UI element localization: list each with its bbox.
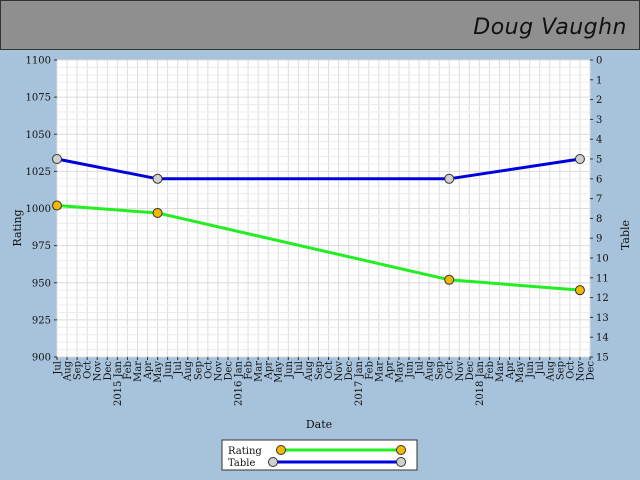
y-right-tick-label: 15 — [596, 353, 609, 364]
y-right-tick-label: 4 — [596, 135, 602, 146]
y-axis-right-label: Table — [619, 220, 632, 250]
legend-label-rating: Rating — [228, 446, 262, 457]
x-tick-label: Dec — [586, 361, 597, 381]
y-left-tick-label: 1025 — [26, 167, 51, 178]
data-point-table — [152, 173, 163, 184]
legend-marker-rating-end — [396, 445, 406, 455]
y-right-tick-label: 5 — [596, 155, 602, 166]
y-left-tick-label: 975 — [32, 241, 51, 252]
data-point-rating — [574, 285, 585, 296]
y-left-tick-label: 1050 — [26, 130, 51, 141]
y-right-tick-label: 0 — [596, 56, 602, 67]
y-right-tick-label: 8 — [596, 214, 602, 225]
y-right-tick-label: 2 — [596, 95, 602, 106]
y-right-tick-label: 1 — [596, 75, 602, 86]
data-point-table — [444, 173, 455, 184]
legend-marker-rating-start — [276, 445, 286, 455]
legend-label-table: Table — [228, 458, 255, 469]
y-left-tick-label: 1000 — [26, 204, 51, 215]
y-right-tick-label: 9 — [596, 234, 602, 245]
rating-table-chart: Jul Aug Sep Oct Nov Dec 2015 Jan Feb Mar Apr May Ju… — [11, 56, 632, 471]
data-point-rating — [152, 207, 163, 218]
y-right-tick-label: 14 — [596, 333, 609, 344]
y-right-tick-label: 12 — [596, 293, 609, 304]
y-right-tick-label: 7 — [596, 194, 602, 205]
y-right-tick-label: 10 — [596, 254, 609, 265]
x-axis-label: Date — [306, 418, 332, 431]
y-right-tick-label: 11 — [596, 273, 609, 284]
y-right-tick-label: 13 — [596, 313, 609, 324]
data-point-table — [52, 154, 62, 164]
y-right-tick-label: 6 — [596, 174, 602, 185]
y-left-tick-label: 1100 — [26, 56, 51, 67]
legend-marker-table-end — [396, 457, 406, 467]
y-left-tick-label: 925 — [32, 315, 51, 326]
legend-marker-table-start — [268, 457, 278, 467]
data-point-table — [574, 154, 585, 164]
grid — [56, 59, 591, 358]
y-left-tick-label: 900 — [32, 353, 51, 364]
y-axis-left-label: Rating — [11, 209, 24, 246]
data-point-rating — [444, 274, 455, 285]
y-left-tick-label: 950 — [32, 278, 51, 289]
legend: Rating Table — [221, 439, 418, 471]
y-right-tick-label: 3 — [596, 115, 602, 126]
y-left-tick-label: 1075 — [26, 93, 51, 104]
data-point-rating — [52, 200, 62, 211]
